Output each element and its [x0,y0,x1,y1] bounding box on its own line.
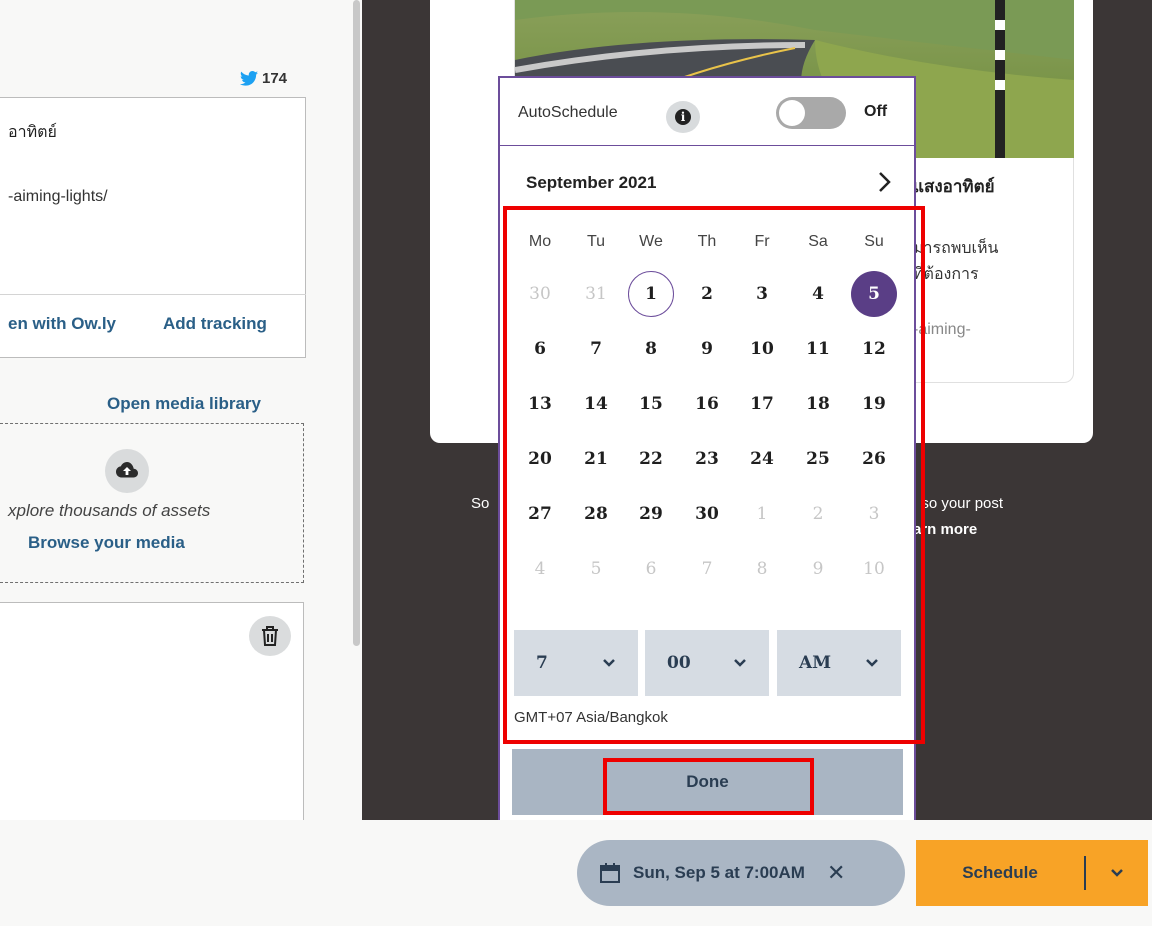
toggle-knob[interactable] [779,100,805,126]
meridiem-value: AM [799,653,832,673]
chevron-down-icon [866,659,878,667]
preview-note: So [471,495,490,512]
add-tracking-link[interactable]: Add tracking [163,314,267,334]
cloud-upload-icon[interactable] [105,449,149,493]
link-preview-description: มารถพบเห็น [913,240,999,257]
editor-divider [0,294,306,295]
timezone-label: GMT+07 Asia/Bangkok [514,709,668,726]
twitter-icon [240,71,258,86]
schedule-button-group: Schedule [916,840,1148,906]
scheduled-time-text: Sun, Sep 5 at 7:00AM [633,863,805,882]
next-month-button[interactable] [872,168,898,196]
hour-value: 7 [536,653,548,673]
scheduled-time-chip[interactable]: Sun, Sep 5 at 7:00AM ✕ [577,840,905,906]
toggle-state-label: Off [864,103,888,120]
calendar-month-title: September 2021 [526,173,657,192]
preview-note: , so your post [913,495,1004,512]
autoschedule-label: AutoSchedule [518,104,618,121]
minute-select[interactable]: 00 [645,630,769,696]
close-icon[interactable]: ✕ [827,860,845,886]
schedule-button[interactable]: Schedule [916,863,1084,883]
message-text-line[interactable]: อาทิตย์ [8,120,57,145]
open-media-library-link[interactable]: Open media library [107,394,261,414]
calendar-icon [600,863,620,883]
chevron-down-icon [1111,869,1123,877]
trash-icon [262,626,278,646]
done-highlight-box [603,758,814,815]
minute-value: 00 [667,653,691,673]
char-count-value: 174 [262,70,288,87]
composer-scrollbar[interactable] [353,0,360,646]
delete-media-button[interactable] [249,616,291,656]
chevron-down-icon [603,659,615,667]
schedule-options-button[interactable] [1086,868,1148,878]
picker-divider [500,145,914,146]
hour-select[interactable]: 7 [514,630,638,696]
info-icon[interactable]: i [666,101,700,133]
chevron-right-icon [879,172,891,192]
link-preview-title: แสงอาทิตย์ [913,177,995,196]
twitter-char-count: 174 [240,70,287,87]
chevron-down-icon [734,659,746,667]
meridiem-select[interactable]: AM [777,630,901,696]
message-link-text[interactable]: -aiming-lights/ [8,188,108,206]
explore-assets-text: xplore thousands of assets [8,501,211,520]
browse-media-link[interactable]: Browse your media [28,533,185,553]
shorten-with-owly-link[interactable]: en with Ow.ly [8,314,116,334]
